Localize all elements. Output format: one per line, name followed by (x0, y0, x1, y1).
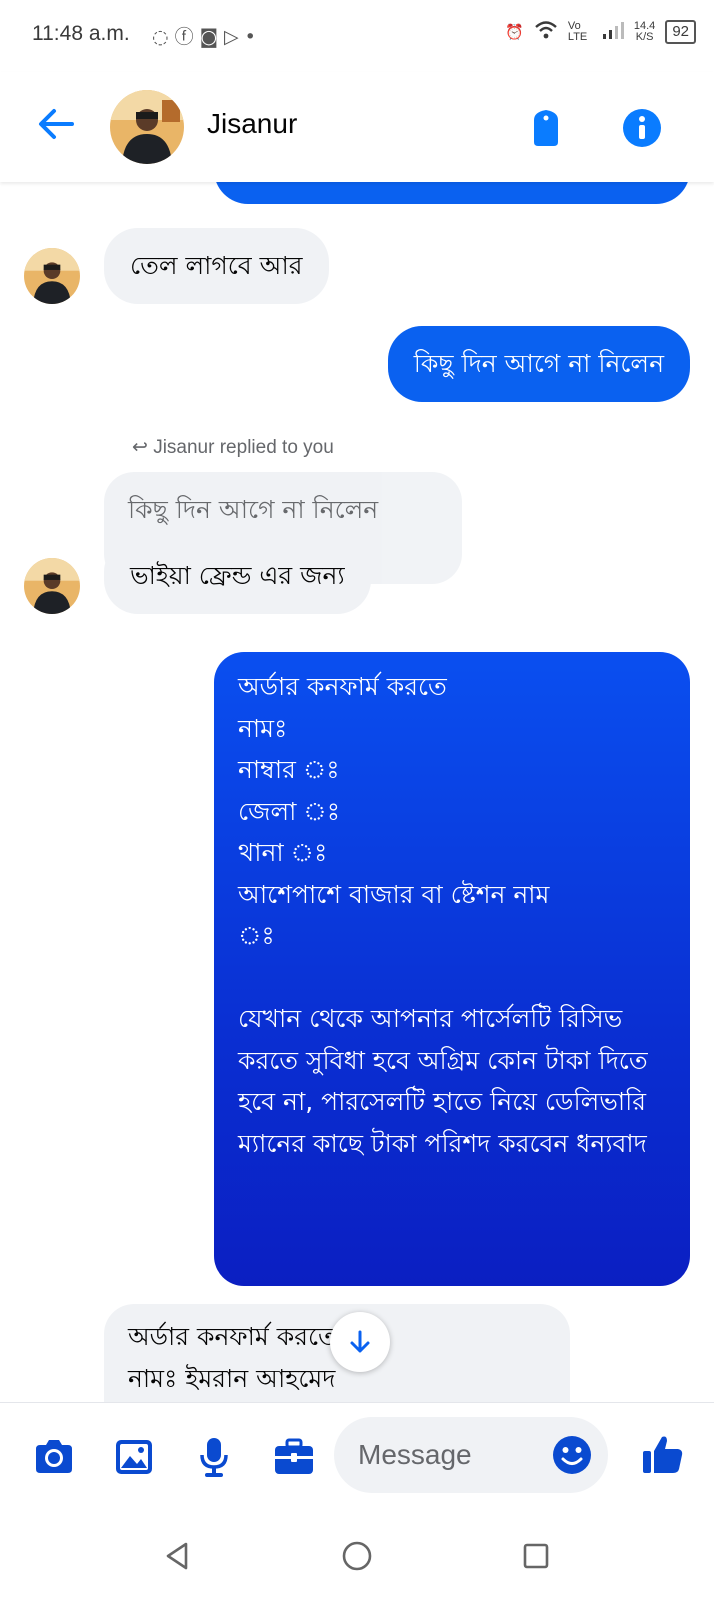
audio-call-button[interactable] (528, 108, 564, 148)
chat-header: Jisanur (0, 72, 714, 182)
alarm-icon: ⏰ (505, 24, 524, 41)
phone-icon (534, 110, 558, 146)
message-list[interactable]: তেল লাগবে আর কিছু দিন আগে না নিলেন ↩ Jis… (0, 182, 714, 1402)
square-recents-icon (523, 1543, 549, 1569)
smiley-icon (553, 1436, 591, 1474)
reply-indicator: ↩ Jisanur replied to you (132, 436, 334, 459)
image-icon (116, 1440, 152, 1474)
contact-avatar[interactable] (110, 90, 184, 164)
info-button[interactable] (622, 108, 662, 148)
reply-indicator-text: Jisanur replied to you (153, 437, 334, 458)
contact-name[interactable]: Jisanur (207, 108, 297, 140)
camera-button[interactable] (32, 1435, 76, 1479)
message-bubble-outgoing-long[interactable]: অর্ডার কনফার্ম করতে নামঃ নাম্বার ঃ জেলা … (214, 652, 690, 1286)
net-speed-unit: K/S (635, 31, 654, 43)
triangle-back-icon (166, 1542, 188, 1570)
play-notification-icon: ▷ (224, 26, 245, 48)
thumbs-up-icon (643, 1436, 683, 1473)
briefcase-icon (275, 1438, 313, 1474)
message-bubble-outgoing-partial[interactable] (214, 182, 690, 204)
status-right: ⏰ Vo LTE 14.4 K/S 92 (505, 20, 696, 44)
notification-icons: ◌ⓕ◙▷• (152, 22, 262, 49)
message-bubble-incoming[interactable]: ভাইয়া ফ্রেন্ড এর জন্য (104, 538, 371, 614)
nav-home-button[interactable] (339, 1538, 375, 1574)
scroll-to-bottom-button[interactable] (330, 1312, 390, 1372)
back-button[interactable] (34, 102, 78, 146)
battery-indicator: 92 (665, 20, 696, 44)
nav-back-button[interactable] (160, 1538, 196, 1574)
like-button[interactable] (640, 1431, 686, 1477)
messenger-notification-icon: ◌ (152, 26, 175, 48)
sender-avatar[interactable] (24, 248, 80, 304)
composer-bar (0, 1402, 714, 1513)
emoji-button[interactable] (551, 1434, 593, 1476)
nav-recents-button[interactable] (518, 1538, 554, 1574)
gallery-button[interactable] (112, 1435, 156, 1479)
net-speed: 14.4 K/S (634, 21, 655, 43)
more-tools-button[interactable] (272, 1435, 316, 1479)
microphone-icon (200, 1438, 228, 1477)
status-time: 11:48 a.m. (32, 22, 130, 45)
sender-avatar[interactable] (24, 558, 80, 614)
info-icon (623, 109, 661, 147)
signal-icon (602, 20, 624, 44)
network-label: Vo LTE (567, 20, 588, 43)
camera-icon (36, 1440, 72, 1473)
facebook-notification-icon: ⓕ (174, 26, 200, 48)
game-notification-icon: ◙ (199, 26, 225, 48)
reply-arrow-icon: ↩ (132, 437, 154, 458)
message-bubble-incoming[interactable]: তেল লাগবে আর (104, 228, 329, 304)
arrow-down-icon (350, 1330, 370, 1353)
arrow-left-icon (39, 109, 74, 139)
voice-button[interactable] (192, 1435, 236, 1479)
circle-home-icon (342, 1541, 372, 1571)
message-bubble-outgoing[interactable]: কিছু দিন আগে না নিলেন (387, 326, 690, 402)
status-bar: 11:48 a.m. ◌ⓕ◙▷• ⏰ Vo LTE 14.4 K/S 92 (0, 0, 714, 72)
more-notifications-icon: • (244, 26, 262, 48)
system-nav-bar (0, 1512, 714, 1599)
wifi-icon (534, 20, 558, 44)
